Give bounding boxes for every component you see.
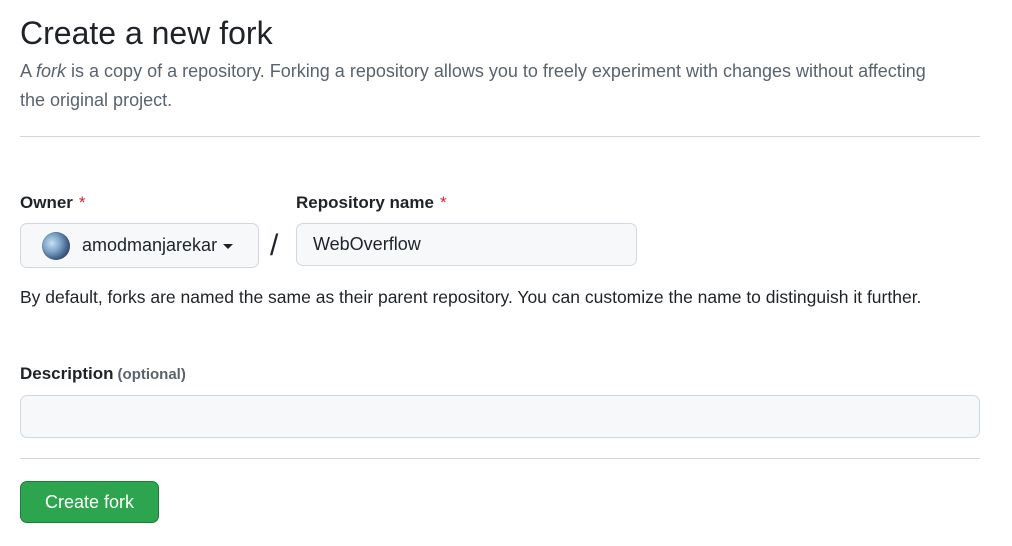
owner-dropdown-button[interactable]: amodmanjarekar <box>20 223 259 268</box>
description-input[interactable] <box>20 395 980 438</box>
owner-label-text: Owner <box>20 193 73 212</box>
avatar <box>42 231 70 260</box>
footer-divider <box>20 458 980 459</box>
repository-required-mark: * <box>439 193 447 212</box>
page-title: Create a new fork <box>20 15 273 51</box>
owner-name: amodmanjarekar <box>82 235 218 255</box>
page-subtitle: A fork is a copy of a repository. Forkin… <box>20 57 950 115</box>
subtitle-prefix: A <box>20 61 37 81</box>
owner-label: Owner * <box>20 192 86 214</box>
owner-required-mark: * <box>78 193 86 212</box>
repository-name-hint: By default, forks are named the same as … <box>20 287 922 307</box>
subtitle-emphasis: fork <box>36 61 67 81</box>
description-label-text: Description <box>20 364 114 383</box>
create-fork-button[interactable]: Create fork <box>20 481 159 523</box>
header-divider <box>20 136 980 137</box>
owner-repo-separator: / <box>270 229 279 262</box>
repository-name-label: Repository name * <box>296 192 447 214</box>
description-optional-text: (optional) <box>117 366 186 383</box>
subtitle-rest: is a copy of a repository. Forking a rep… <box>20 61 926 110</box>
repository-name-input[interactable] <box>296 223 637 266</box>
chevron-down-icon <box>223 244 234 249</box>
repository-name-label-text: Repository name <box>296 193 434 212</box>
fork-page: Create a new fork A fork is a copy of a … <box>0 0 1012 546</box>
description-label: Description (optional) <box>20 363 186 386</box>
